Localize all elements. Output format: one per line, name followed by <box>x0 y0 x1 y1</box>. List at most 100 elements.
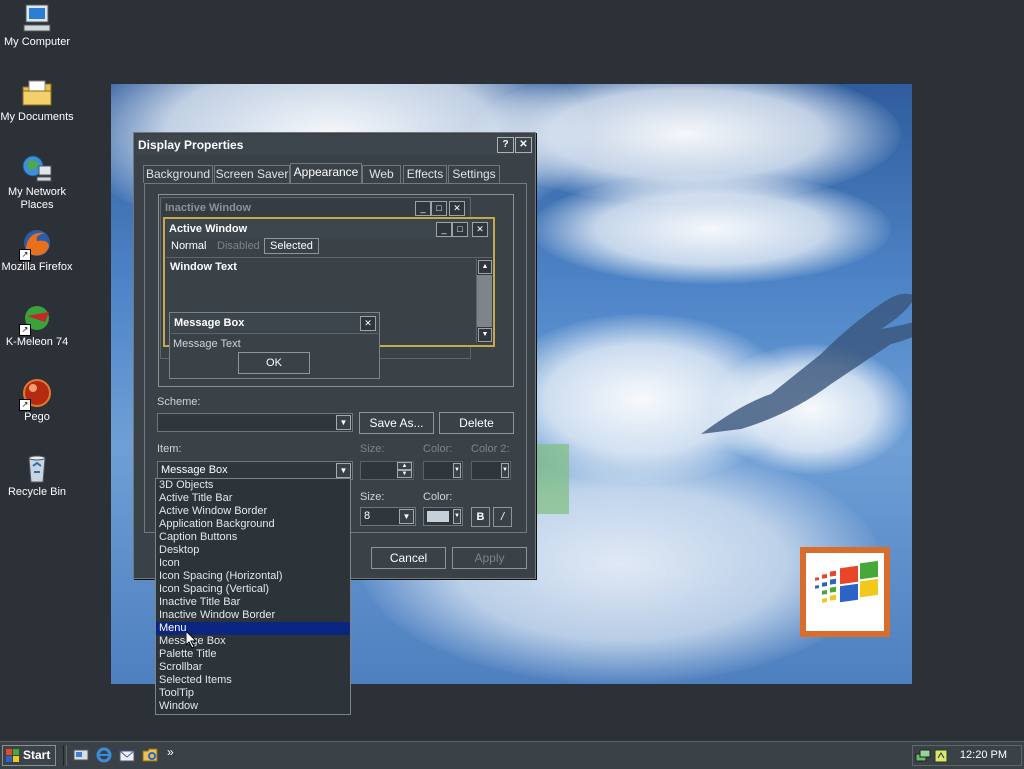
desktop-icon-my-documents[interactable]: My Documents <box>0 77 74 124</box>
dropdown-option[interactable]: Icon Spacing (Horizontal) <box>156 570 350 583</box>
dropdown-option[interactable]: Icon <box>156 557 350 570</box>
preview-scrollbar: ▲ ▼ <box>476 259 492 343</box>
documents-folder-icon <box>21 77 53 109</box>
taskbar: Start » 12:20 PM <box>0 741 1024 769</box>
dropdown-option[interactable]: Active Title Bar <box>156 492 350 505</box>
scroll-thumb <box>477 275 492 327</box>
dropdown-option[interactable]: ToolTip <box>156 687 350 700</box>
mouse-cursor-icon <box>186 631 198 649</box>
minimize-icon: _ <box>415 201 431 216</box>
desktop-icon-pego[interactable]: ↗ Pego <box>0 377 74 424</box>
windows-logo <box>800 547 890 637</box>
scroll-up-icon: ▲ <box>478 260 492 274</box>
tab-settings[interactable]: Settings <box>448 165 500 183</box>
chevron-down-icon: ▼ <box>501 463 509 478</box>
internet-explorer-icon[interactable] <box>96 747 112 763</box>
scheme-label: Scheme: <box>157 396 201 408</box>
dropdown-option[interactable]: Scrollbar <box>156 661 350 674</box>
maximize-icon: □ <box>452 222 468 237</box>
scroll-down-icon: ▼ <box>478 328 492 342</box>
quick-launch-overflow[interactable]: » <box>167 745 174 759</box>
apply-button[interactable]: Apply <box>452 547 527 569</box>
dropdown-option[interactable]: Palette Title <box>156 648 350 661</box>
desktop-icon-label: My Computer <box>3 36 71 48</box>
save-as-button[interactable]: Save As... <box>359 412 434 434</box>
computer-icon <box>21 2 53 34</box>
msgbox-ok-button: OK <box>238 352 310 374</box>
font-size-select[interactable]: 8 ▼ <box>360 507 416 526</box>
tab-effects[interactable]: Effects <box>403 165 447 183</box>
dropdown-option[interactable]: Inactive Window Border <box>156 609 350 622</box>
desktop-icon-mozilla-firefox[interactable]: ↗ Mozilla Firefox <box>0 227 74 274</box>
menu-disabled: Disabled <box>217 240 260 252</box>
chevron-down-icon: ▼ <box>453 463 461 478</box>
dropdown-option[interactable]: Selected Items <box>156 674 350 687</box>
k-meleon-icon: ↗ <box>19 302 53 336</box>
dropdown-option[interactable]: Application Background <box>156 518 350 531</box>
dropdown-option[interactable]: Inactive Title Bar <box>156 596 350 609</box>
desktop-icon-label: My Network Places <box>7 186 67 211</box>
item-dropdown-list[interactable]: 3D Objects Active Title Bar Active Window … <box>155 478 351 715</box>
color2-picker[interactable]: ▼ <box>471 461 511 480</box>
dialog-title: Display Properties <box>138 138 244 152</box>
pego-icon: ↗ <box>19 377 53 411</box>
scheme-preview[interactable]: Inactive Window _ □ ✕ Active Window _ □ … <box>158 194 514 387</box>
dropdown-option[interactable]: Desktop <box>156 544 350 557</box>
delete-button[interactable]: Delete <box>439 412 514 434</box>
close-icon: ✕ <box>472 222 488 237</box>
show-desktop-icon[interactable] <box>73 747 89 763</box>
cancel-button[interactable]: Cancel <box>371 547 446 569</box>
chevron-down-icon: ▼ <box>399 509 414 524</box>
dialog-titlebar[interactable]: Display Properties ? ✕ <box>136 135 533 155</box>
taskbar-clock[interactable]: 12:20 PM <box>960 746 1007 765</box>
tab-appearance[interactable]: Appearance <box>290 163 362 184</box>
chevron-down-icon: ▼ <box>453 509 461 524</box>
msgbox-title: Message Box <box>171 314 378 332</box>
tray-app-icon[interactable] <box>933 748 949 764</box>
menu-normal: Normal <box>171 240 207 252</box>
font-color-picker[interactable]: ▼ <box>423 507 463 526</box>
spin-up-icon: ▲ <box>397 462 412 470</box>
help-button[interactable]: ? <box>497 137 514 153</box>
desktop-icon-my-network-places[interactable]: My Network Places <box>0 152 74 212</box>
network-places-icon <box>21 152 53 184</box>
explorer-icon[interactable] <box>142 747 158 763</box>
minimize-icon: _ <box>436 222 452 237</box>
color-swatch <box>427 511 449 522</box>
close-icon: ✕ <box>360 316 376 331</box>
dropdown-option[interactable]: Caption Buttons <box>156 531 350 544</box>
font-size-value: 8 <box>364 510 371 522</box>
shortcut-arrow-icon: ↗ <box>19 249 31 261</box>
font-size-label: Size: <box>360 491 385 503</box>
desktop-icon-k-meleon[interactable]: ↗ K-Meleon 74 <box>0 302 74 349</box>
dropdown-option[interactable]: 3D Objects <box>156 479 350 492</box>
color-picker[interactable]: ▼ <box>423 461 463 480</box>
start-button[interactable]: Start <box>2 745 56 766</box>
menu-selected: Selected <box>264 238 319 254</box>
dropdown-option[interactable]: Window <box>156 700 350 713</box>
desktop-icon-recycle-bin[interactable]: Recycle Bin <box>0 452 74 499</box>
item-label: Item: <box>157 443 182 455</box>
close-button[interactable]: ✕ <box>515 137 532 153</box>
color2-label: Color 2: <box>471 443 510 455</box>
recycle-bin-icon <box>21 452 53 484</box>
message-box-preview: Message Box ✕ Message Text OK <box>169 312 380 379</box>
bold-button[interactable]: B <box>471 507 490 527</box>
color-label: Color: <box>423 443 453 455</box>
chevron-down-icon: ▼ <box>336 463 351 478</box>
desktop-icon-label: My Documents <box>0 111 74 123</box>
tab-web[interactable]: Web <box>362 165 401 183</box>
outlook-express-icon[interactable] <box>119 747 135 763</box>
tab-background[interactable]: Background <box>143 165 213 183</box>
size-spinner[interactable]: ▲ ▼ <box>360 461 414 480</box>
network-tray-icon[interactable] <box>915 748 931 764</box>
desktop-icon-my-computer[interactable]: My Computer <box>0 2 74 49</box>
desktop-icon-label: Pego <box>24 411 50 423</box>
desktop-icon-label: Mozilla Firefox <box>1 261 73 273</box>
system-tray: 12:20 PM <box>912 745 1022 766</box>
tab-screen-saver[interactable]: Screen Saver <box>214 165 290 183</box>
italic-button[interactable]: / <box>493 507 512 527</box>
dropdown-option[interactable]: Icon Spacing (Vertical) <box>156 583 350 596</box>
scheme-select[interactable]: ▼ <box>157 413 353 432</box>
dropdown-option[interactable]: Active Window Border <box>156 505 350 518</box>
